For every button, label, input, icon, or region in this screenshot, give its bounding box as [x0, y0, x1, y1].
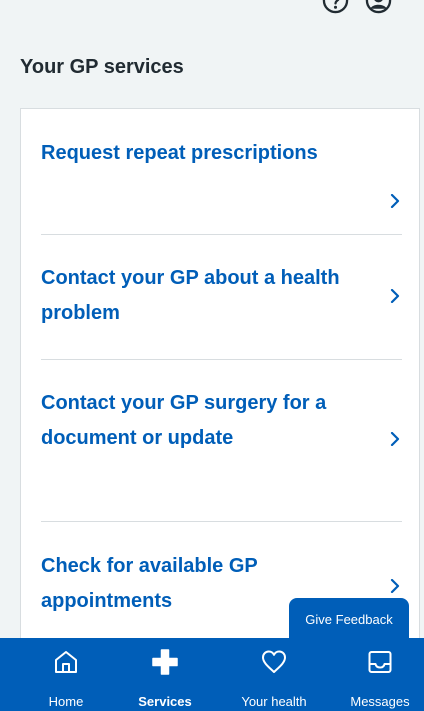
- gp-services-card: Request repeat prescriptions Contact you…: [20, 108, 420, 668]
- chevron-right-icon: [390, 432, 400, 446]
- nav-label: Your health: [241, 694, 307, 709]
- nav-label: Home: [48, 694, 84, 709]
- top-bar: [0, 0, 424, 24]
- nav-home[interactable]: Home: [18, 638, 114, 711]
- inbox-icon: [368, 651, 392, 673]
- home-icon: [55, 651, 77, 673]
- service-label: Contact your GP about a health problem: [41, 267, 340, 324]
- request-repeat-prescriptions-link[interactable]: Request repeat prescriptions: [41, 136, 402, 208]
- service-label: Request repeat prescriptions: [41, 142, 318, 164]
- nav-label: Services: [138, 694, 192, 709]
- contact-gp-surgery-document-link[interactable]: Contact your GP surgery for a document o…: [41, 386, 402, 491]
- heart-icon: [262, 650, 286, 673]
- chevron-right-icon: [390, 579, 400, 593]
- account-circle-icon[interactable]: [365, 0, 392, 14]
- divider: [41, 359, 402, 360]
- question-circle-icon[interactable]: [322, 0, 349, 14]
- service-label: Contact your GP surgery for a document o…: [41, 392, 327, 449]
- plus-icon: [152, 649, 178, 675]
- contact-gp-health-problem-link[interactable]: Contact your GP about a health problem: [41, 261, 402, 331]
- give-feedback-button[interactable]: Give Feedback: [289, 598, 409, 638]
- nav-messages[interactable]: Messages: [332, 638, 424, 711]
- nav-your-health[interactable]: Your health: [226, 638, 322, 711]
- nav-services[interactable]: Services: [117, 638, 213, 711]
- nav-label: Messages: [350, 694, 410, 709]
- bottom-navigation: Home Services Your health Messages: [0, 638, 424, 711]
- chevron-right-icon: [390, 194, 400, 208]
- divider: [41, 521, 402, 522]
- section-title: Your GP services: [20, 56, 184, 78]
- chevron-right-icon: [390, 289, 400, 303]
- divider: [41, 234, 402, 235]
